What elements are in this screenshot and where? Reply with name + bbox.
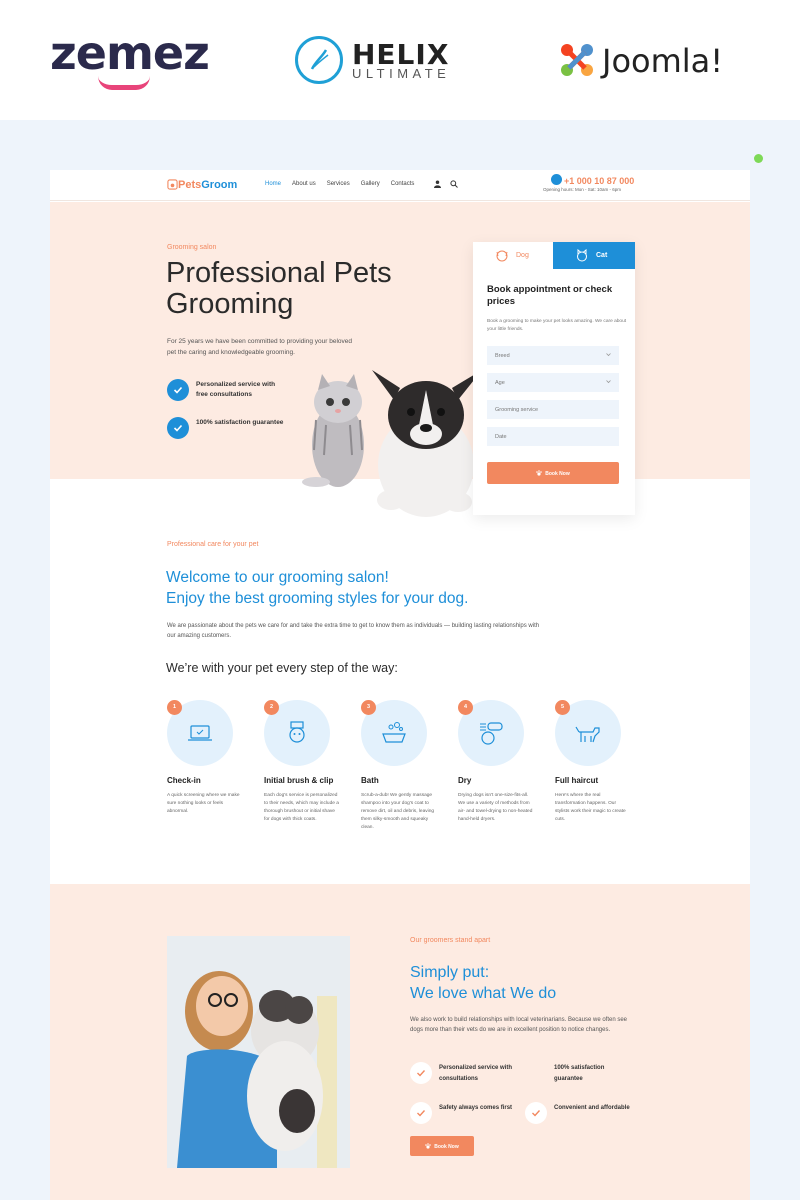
kitten-and-puppy-image (302, 370, 476, 517)
dog-icon (496, 250, 508, 262)
step-text: Drying dogs isn't one-size-fits-all. We … (458, 793, 533, 822)
team-book-now-button[interactable]: Book Now (410, 1136, 474, 1156)
dog-icon (575, 726, 600, 743)
step-text: Scrub-a-dub! We gently massage shampoo i… (361, 793, 435, 830)
bath-icon (382, 722, 406, 743)
about-text: We are passionate about the pets we care… (167, 623, 540, 639)
laptop-icon (188, 725, 212, 741)
main-nav: Home About us Services Gallery Contacts (265, 181, 414, 187)
book-now-label: Book Now (545, 471, 570, 477)
helix-subtitle: ULTIMATE (352, 66, 451, 81)
about-title-line2: Enjoy the best grooming styles for your … (166, 590, 469, 607)
grooming-service-field[interactable]: Grooming service (487, 400, 619, 419)
zemez-logo: zemez (50, 26, 210, 80)
site-header: PetsGroom Home About us Services Gallery… (50, 170, 750, 201)
step-number: 4 (458, 700, 473, 715)
step-title: Dry (458, 776, 472, 785)
search-icon[interactable] (450, 180, 458, 188)
dryer-icon (480, 722, 503, 745)
team-feature: Personalized service with consultations (439, 1065, 513, 1082)
brush-icon (289, 721, 305, 743)
paw-icon (536, 470, 543, 476)
step-title: Full haircut (555, 776, 599, 785)
step-number: 2 (264, 700, 279, 715)
groomer-with-dog-photo (167, 936, 350, 1168)
age-label: Age (495, 380, 505, 386)
step-number: 5 (555, 700, 570, 715)
breed-label: Breed (495, 353, 510, 359)
booking-title: Book appointment or check prices (487, 284, 613, 307)
booking-card: Dog Cat Book appointment or check prices… (473, 242, 635, 515)
tab-dog[interactable]: Dog (473, 242, 553, 269)
age-select[interactable]: Age (487, 373, 619, 392)
team-eyebrow: Our groomers stand apart (410, 937, 491, 944)
date-field[interactable]: Date (487, 427, 619, 446)
site-preview: PetsGroom Home About us Services Gallery… (50, 170, 750, 1200)
chevron-down-icon (606, 353, 611, 357)
hero-feature: Personalized service with free consultat… (196, 381, 276, 398)
nav-about[interactable]: About us (292, 181, 316, 187)
team-section: Our groomers stand apart Simply put: We … (50, 884, 750, 1200)
zemez-smile-icon (98, 76, 150, 90)
paw-icon (425, 1143, 432, 1149)
team-title-line1: Simply put: (410, 964, 490, 981)
tab-dog-label: Dog (516, 252, 529, 259)
check-icon (167, 379, 189, 401)
user-icon[interactable] (434, 180, 441, 188)
grooming-service-placeholder: Grooming service (495, 407, 539, 413)
breed-select[interactable]: Breed (487, 346, 619, 365)
step-number: 3 (361, 700, 376, 715)
tab-cat[interactable]: Cat (553, 242, 635, 269)
about-title-line1: Welcome to our grooming salon! (166, 569, 389, 586)
booking-text: Book a grooming to make your pet looks a… (487, 319, 627, 332)
check-icon (410, 1062, 432, 1084)
chevron-down-icon (606, 380, 611, 384)
phone-icon (551, 174, 562, 185)
hero-title: Professional Pets Grooming (166, 257, 392, 320)
team-feature: Safety always comes first (439, 1105, 513, 1111)
about-eyebrow: Professional care for your pet (167, 541, 259, 548)
hero-eyebrow: Grooming salon (167, 244, 217, 251)
check-icon (525, 1102, 547, 1124)
opening-hours: Opening hours: Mon - Sat: 10am - 6pm (543, 187, 622, 192)
status-dot (754, 154, 763, 163)
step-title: Check-in (167, 776, 201, 785)
steps-heading: We’re with your pet every step of the wa… (166, 661, 398, 675)
hero-feature: 100% satisfaction guarantee (196, 419, 284, 426)
team-text: We also work to build relationships with… (410, 1017, 628, 1033)
phone-number[interactable]: +1 000 10 87 000 (564, 176, 634, 186)
joomla-logo-icon (561, 44, 593, 76)
cat-icon (577, 249, 587, 262)
date-placeholder: Date (495, 434, 507, 440)
brand-band: zemez HELIX ULTIMATE Joomla! (0, 0, 800, 120)
step-text: A quick screening where we make sure not… (167, 793, 240, 814)
team-title: Simply put: We love what We do (410, 962, 640, 1004)
about-title: Welcome to our grooming salon! Enjoy the… (166, 567, 586, 609)
step-number: 1 (167, 700, 182, 715)
team-title-line2: We love what We do (410, 985, 557, 1002)
joomla-title: Joomla! (602, 42, 724, 80)
nav-gallery[interactable]: Gallery (361, 181, 380, 187)
team-book-now-label: Book Now (434, 1144, 459, 1150)
helix-logo-icon (295, 36, 343, 84)
step-title: Bath (361, 776, 379, 785)
nav-contacts[interactable]: Contacts (391, 181, 415, 187)
team-feature: Convenient and affordable (554, 1105, 630, 1111)
check-icon (410, 1102, 432, 1124)
check-icon (167, 417, 189, 439)
tab-cat-label: Cat (596, 252, 608, 259)
step-text: Each dog's service is personalized to th… (264, 793, 339, 822)
team-feature: 100% satisfaction guarantee (554, 1065, 605, 1082)
book-now-button[interactable]: Book Now (487, 462, 619, 484)
nav-home[interactable]: Home (265, 181, 281, 187)
step-title: Initial brush & clip (264, 776, 334, 785)
step-text: Here's where the real transformation hap… (555, 793, 626, 822)
nav-services[interactable]: Services (327, 181, 350, 187)
paw-logo-icon (167, 179, 178, 190)
